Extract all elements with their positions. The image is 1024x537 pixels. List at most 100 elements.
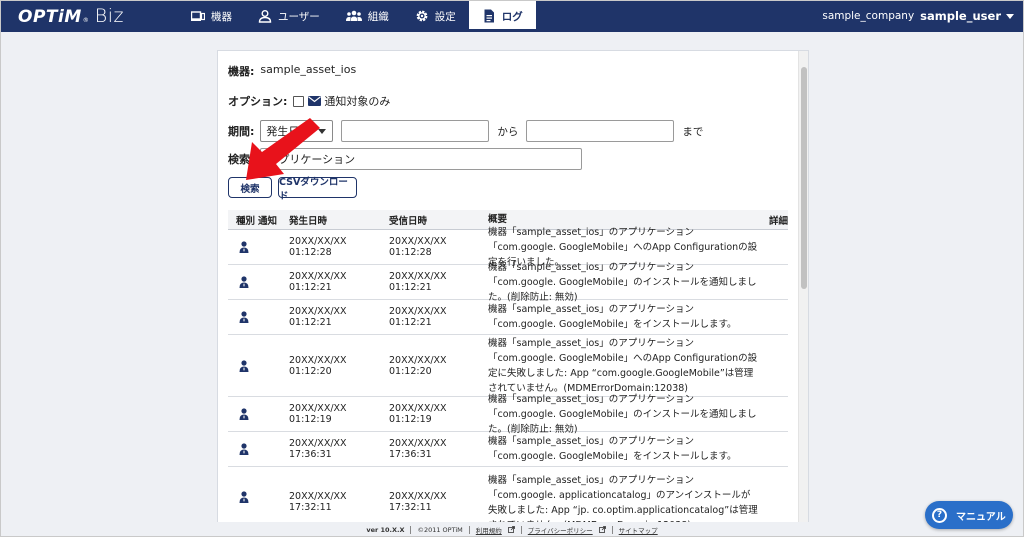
top-header: OPTiM ® Biz 機器 ユーザー 組織 設定 ログ sample_comp… bbox=[0, 0, 1024, 32]
mail-icon bbox=[308, 96, 322, 106]
nav-label-log: ログ bbox=[501, 10, 523, 23]
privacy-link[interactable]: プライバシーポリシー bbox=[528, 525, 593, 535]
received-cell: 20XX/XX/XX 01:12:20 bbox=[389, 354, 447, 377]
device-row: 機器: sample_asset_ios bbox=[228, 63, 356, 79]
gear-icon bbox=[415, 9, 429, 23]
period-row: 期間: 発生日時 から まで bbox=[228, 120, 711, 142]
company-name: sample_company bbox=[822, 10, 915, 22]
footer-separator bbox=[468, 525, 470, 534]
footer-separator bbox=[410, 525, 412, 534]
table-row[interactable]: 20XX/XX/XX 17:36:31 20XX/XX/XX 17:36:31 … bbox=[228, 432, 788, 467]
table-row[interactable]: 20XX/XX/XX 01:12:21 20XX/XX/XX 01:12:21 … bbox=[228, 300, 788, 335]
period-type-value: 発生日時 bbox=[266, 125, 311, 138]
logo-product: Biz bbox=[94, 5, 124, 27]
table-row[interactable]: 20XX/XX/XX 01:12:20 20XX/XX/XX 01:12:20 … bbox=[228, 335, 788, 397]
manual-button-label: マニュアル bbox=[956, 511, 1006, 523]
chevron-down-icon bbox=[1006, 13, 1014, 19]
period-type-select[interactable]: 発生日時 bbox=[260, 120, 334, 142]
footer-separator bbox=[611, 525, 613, 534]
received-cell: 20XX/XX/XX 01:12:28 bbox=[389, 236, 447, 258]
nav-item-users[interactable]: ユーザー bbox=[245, 0, 333, 32]
period-from-input[interactable] bbox=[341, 120, 490, 142]
summary-cell: 機器「sample_asset_ios」のアプリケーション「com.google… bbox=[488, 337, 758, 394]
user-icon bbox=[239, 241, 249, 253]
nav-item-settings[interactable]: 設定 bbox=[402, 0, 469, 32]
search-button[interactable]: 検索 bbox=[228, 177, 272, 198]
manual-button[interactable]: ? マニュアル bbox=[925, 501, 1013, 529]
received-cell: 20XX/XX/XX 01:12:21 bbox=[389, 271, 447, 293]
nav-item-organization[interactable]: 組織 bbox=[333, 0, 402, 32]
user-menu[interactable]: sample_company sample_user bbox=[822, 0, 1014, 32]
version-text: ver 10.X.X bbox=[366, 525, 405, 534]
user-icon bbox=[258, 9, 272, 23]
search-label: 検索: bbox=[228, 153, 255, 166]
received-cell: 20XX/XX/XX 01:12:19 bbox=[389, 403, 447, 425]
type-cell bbox=[228, 408, 258, 420]
col-type: 種別 bbox=[236, 215, 256, 227]
received-cell: 20XX/XX/XX 01:12:21 bbox=[389, 306, 447, 328]
summary-cell: 機器「sample_asset_ios」のアプリケーション「com.google… bbox=[488, 436, 737, 462]
sitemap-link[interactable]: サイトマップ bbox=[619, 525, 658, 535]
summary-cell: 機器「sample_asset_ios」のアプリケーション「com.google… bbox=[488, 304, 737, 330]
table-row[interactable]: 20XX/XX/XX 17:32:11 20XX/XX/XX 17:32:11 … bbox=[228, 467, 788, 522]
col-received: 受信日時 bbox=[389, 215, 428, 227]
occurred-cell: 20XX/XX/XX 17:36:31 bbox=[289, 438, 347, 460]
occurred-cell: 20XX/XX/XX 01:12:21 bbox=[289, 271, 347, 293]
nav-item-log[interactable]: ログ bbox=[468, 0, 536, 32]
occurred-cell: 20XX/XX/XX 01:12:20 bbox=[289, 354, 347, 377]
page-footer: ver 10.X.X ©2011 OPTiM 利用規約 プライバシーポリシー サ… bbox=[0, 522, 1024, 537]
table-row[interactable]: 20XX/XX/XX 01:12:21 20XX/XX/XX 01:12:21 … bbox=[228, 262, 788, 303]
nav-item-devices[interactable]: 機器 bbox=[178, 0, 245, 32]
period-to-separator: まで bbox=[682, 125, 704, 138]
col-detail: 詳細 bbox=[768, 215, 788, 227]
received-cell: 20XX/XX/XX 17:36:31 bbox=[389, 438, 447, 460]
option-label: オプション: bbox=[228, 95, 288, 108]
user-name: sample_user bbox=[920, 9, 1001, 23]
logo-brand: OPTiM bbox=[18, 7, 82, 27]
occurred-cell: 20XX/XX/XX 01:12:19 bbox=[289, 403, 347, 425]
devices-icon bbox=[191, 9, 205, 23]
type-cell bbox=[228, 276, 258, 288]
user-icon bbox=[239, 276, 249, 288]
received-cell: 20XX/XX/XX 17:32:11 bbox=[389, 491, 447, 513]
table-row[interactable]: 20XX/XX/XX 01:12:19 20XX/XX/XX 01:12:19 … bbox=[228, 394, 788, 435]
organization-icon bbox=[345, 9, 362, 23]
nav-label-organization: 組織 bbox=[367, 10, 389, 23]
terms-link[interactable]: 利用規約 bbox=[476, 525, 502, 535]
user-icon bbox=[239, 311, 249, 323]
type-cell bbox=[228, 443, 258, 455]
chevron-down-icon bbox=[318, 128, 327, 134]
nav-label-users: ユーザー bbox=[278, 10, 320, 23]
external-link-icon bbox=[507, 526, 515, 533]
summary-cell: 機器「sample_asset_ios」のアプリケーション「com.google… bbox=[488, 475, 758, 522]
document-icon bbox=[482, 9, 496, 23]
occurred-cell: 20XX/XX/XX 01:12:21 bbox=[289, 306, 347, 328]
scrollbar-thumb[interactable] bbox=[801, 67, 807, 289]
type-cell bbox=[228, 311, 258, 323]
period-to-input[interactable] bbox=[526, 120, 675, 142]
help-icon: ? bbox=[932, 507, 947, 523]
csv-download-button[interactable]: CSVダウンロード bbox=[278, 177, 357, 202]
footer-separator bbox=[520, 525, 522, 534]
vertical-scrollbar[interactable] bbox=[798, 51, 808, 522]
copyright-text: ©2011 OPTiM bbox=[417, 525, 463, 534]
search-input[interactable]: アプリケーション bbox=[260, 148, 583, 170]
log-panel: 機器: sample_asset_ios オプション: 通知対象のみ 期間: 発… bbox=[217, 50, 809, 522]
user-icon bbox=[239, 443, 249, 455]
option-row: オプション: 通知対象のみ bbox=[228, 93, 390, 109]
optim-biz-logo[interactable]: OPTiM ® Biz bbox=[18, 5, 124, 27]
device-label: 機器: bbox=[228, 65, 255, 78]
col-notify: 通知 bbox=[258, 215, 278, 227]
occurred-cell: 20XX/XX/XX 01:12:28 bbox=[289, 236, 347, 258]
user-icon bbox=[239, 408, 249, 420]
col-occurred: 発生日時 bbox=[289, 215, 328, 227]
search-row: 検索: アプリケーション bbox=[228, 148, 583, 170]
user-icon bbox=[239, 359, 249, 372]
nav-label-settings: 設定 bbox=[434, 10, 456, 23]
user-icon bbox=[239, 491, 249, 503]
notify-only-label[interactable]: 通知対象のみ bbox=[324, 93, 390, 109]
nav-label-devices: 機器 bbox=[211, 10, 232, 23]
type-cell bbox=[228, 241, 258, 253]
logo-registered-mark: ® bbox=[82, 17, 89, 24]
notify-only-checkbox[interactable] bbox=[293, 95, 305, 107]
